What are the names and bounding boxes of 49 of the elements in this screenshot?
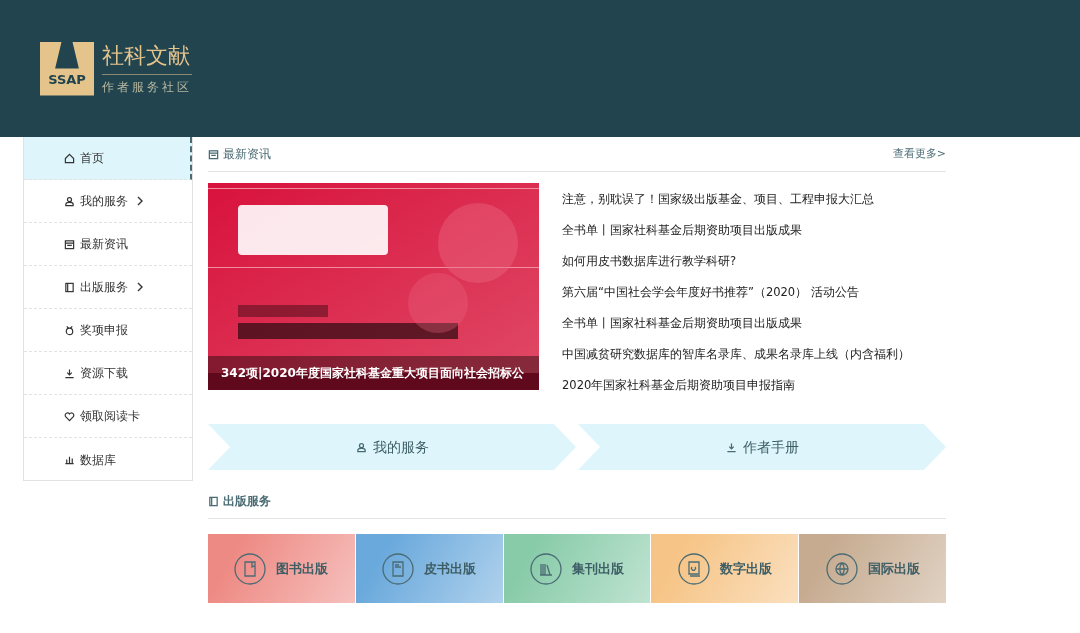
sidebar-item[interactable]: 出版服务 xyxy=(24,266,192,309)
download-icon xyxy=(725,441,737,453)
sidebar-item[interactable]: 最新资讯 xyxy=(24,223,192,266)
news-link[interactable]: 全书单丨国家社科基金后期资助项目出版成果 xyxy=(562,221,802,240)
quick-link-button[interactable]: 作者手册 xyxy=(578,424,946,470)
sidebar-item[interactable]: 首页 xyxy=(24,137,192,180)
book-icon xyxy=(234,552,267,585)
books-icon xyxy=(530,552,562,585)
quick-link-button[interactable]: 我的服务 xyxy=(208,424,576,470)
news-link[interactable]: 中国减贫研究数据库的智库名录库、成果名录库上线（内含福利） xyxy=(562,345,910,364)
bar-chart-icon xyxy=(64,454,75,465)
sidebar-item[interactable]: 领取阅读卡 xyxy=(24,395,192,438)
book-icon xyxy=(208,495,219,507)
section-title: 最新资讯 xyxy=(223,146,271,163)
home-icon xyxy=(64,152,75,164)
sidebar-item[interactable]: 我的服务 xyxy=(24,180,192,223)
sidebar-item[interactable]: 资源下载 xyxy=(24,352,192,395)
download-icon xyxy=(64,367,75,379)
globe-icon xyxy=(825,552,858,585)
service-card[interactable]: 图书出版 xyxy=(208,534,355,603)
news-caption: 342项|2020年度国家社科基金重大项目面向社会招标公 xyxy=(221,365,524,382)
news-link[interactable]: 如何用皮书数据库进行教学科研? xyxy=(562,252,737,271)
more-link[interactable]: 查看更多> xyxy=(892,145,946,163)
document-icon xyxy=(677,552,710,585)
service-card[interactable]: 皮书出版 xyxy=(355,534,503,603)
user-icon xyxy=(355,441,367,453)
calendar-icon xyxy=(64,238,75,250)
news-link[interactable]: 第六届“中国社会学会年度好书推荐”（2020） 活动公告 xyxy=(562,283,859,302)
book-icon xyxy=(382,552,415,585)
logo-subtitle: 作者服务社区 xyxy=(102,78,192,96)
sidebar-item[interactable]: 数据库 xyxy=(24,438,192,481)
news-link[interactable]: 注意，别耽误了！国家级出版基金、项目、工程申报大汇总 xyxy=(562,190,874,209)
logo-title: 社科文献 xyxy=(102,41,192,75)
chevron-right-icon xyxy=(137,196,144,206)
heart-icon xyxy=(64,410,75,422)
service-card[interactable]: 国际出版 xyxy=(799,534,946,603)
service-card[interactable]: 数字出版 xyxy=(651,534,799,603)
featured-news[interactable]: 342项|2020年度国家社科基金重大项目面向社会招标公 xyxy=(208,183,539,390)
chevron-right-icon xyxy=(137,282,144,292)
calendar-icon xyxy=(208,148,219,160)
sidebar-item[interactable]: 奖项申报 xyxy=(24,309,192,352)
book-icon xyxy=(64,281,75,293)
news-link[interactable]: 2020年国家社科基金后期资助项目申报指南 xyxy=(562,376,796,395)
user-icon xyxy=(64,195,75,207)
service-card[interactable]: 集刊出版 xyxy=(503,534,651,603)
medal-icon xyxy=(64,324,75,336)
section-title: 出版服务 xyxy=(223,493,271,510)
logo-mark: SSAP xyxy=(40,41,94,96)
news-link[interactable]: 全书单丨国家社科基金后期资助项目出版成果 xyxy=(562,314,802,333)
